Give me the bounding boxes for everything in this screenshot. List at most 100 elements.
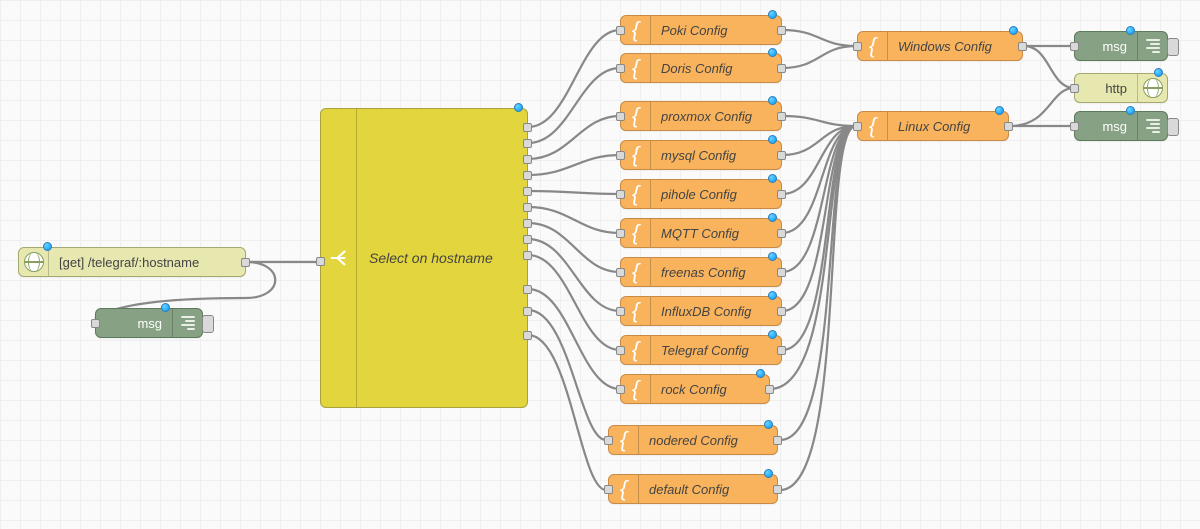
- port-out[interactable]: [777, 190, 786, 199]
- curly-icon: {: [858, 112, 888, 140]
- node-config-label: Doris Config: [651, 61, 781, 76]
- debug-toggle-button[interactable]: [1167, 38, 1179, 56]
- port-in[interactable]: [616, 307, 625, 316]
- port-in[interactable]: [616, 112, 625, 121]
- port-in[interactable]: [616, 346, 625, 355]
- port-out[interactable]: [773, 485, 782, 494]
- status-dot: [43, 242, 52, 251]
- port-out-7[interactable]: [523, 219, 532, 228]
- port-out[interactable]: [1004, 122, 1013, 131]
- node-linux-config[interactable]: { Linux Config: [857, 111, 1009, 141]
- node-config-label: nodered Config: [639, 433, 777, 448]
- node-http-response[interactable]: http: [1074, 73, 1168, 103]
- port-in[interactable]: [616, 151, 625, 160]
- port-out-5[interactable]: [523, 187, 532, 196]
- port-out-9[interactable]: [523, 251, 532, 260]
- port-in[interactable]: [616, 268, 625, 277]
- port-in[interactable]: [1070, 122, 1079, 131]
- globe-icon: [19, 248, 49, 276]
- port-out[interactable]: [777, 346, 786, 355]
- node-config-freenas[interactable]: { freenas Config: [620, 257, 782, 287]
- status-dot: [768, 213, 777, 222]
- node-config-label: freenas Config: [651, 265, 781, 280]
- node-config-proxmox[interactable]: { proxmox Config: [620, 101, 782, 131]
- port-in[interactable]: [316, 257, 325, 266]
- port-out[interactable]: [777, 112, 786, 121]
- port-out-10[interactable]: [523, 285, 532, 294]
- node-config-default[interactable]: { default Config: [608, 474, 778, 504]
- flow-canvas[interactable]: [get] /telegraf/:hostname msg Select on …: [0, 0, 1200, 529]
- port-in[interactable]: [1070, 84, 1079, 93]
- curly-icon: {: [621, 336, 651, 364]
- node-config-label: InfluxDB Config: [651, 304, 781, 319]
- node-config-rock[interactable]: { rock Config: [620, 374, 770, 404]
- port-in[interactable]: [616, 385, 625, 394]
- status-dot: [1009, 26, 1018, 35]
- node-switch-label: Select on hostname: [357, 250, 527, 266]
- node-config-pihole[interactable]: { pihole Config: [620, 179, 782, 209]
- node-http-in-label: [get] /telegraf/:hostname: [49, 255, 245, 270]
- port-out[interactable]: [777, 268, 786, 277]
- node-config-nodered[interactable]: { nodered Config: [608, 425, 778, 455]
- port-out[interactable]: [777, 64, 786, 73]
- port-out-12[interactable]: [523, 331, 532, 340]
- status-dot: [756, 369, 765, 378]
- node-windows-config[interactable]: { Windows Config: [857, 31, 1023, 61]
- curly-icon: {: [621, 219, 651, 247]
- curly-icon: {: [621, 54, 651, 82]
- curly-icon: {: [621, 375, 651, 403]
- node-config-label: proxmox Config: [651, 109, 781, 124]
- port-out-3[interactable]: [523, 155, 532, 164]
- port-in[interactable]: [1070, 42, 1079, 51]
- port-out[interactable]: [777, 26, 786, 35]
- node-config-label: Telegraf Config: [651, 343, 781, 358]
- port-out-8[interactable]: [523, 235, 532, 244]
- port-out-1[interactable]: [523, 123, 532, 132]
- bars-icon: [172, 309, 202, 337]
- port-out[interactable]: [777, 229, 786, 238]
- port-out-2[interactable]: [523, 139, 532, 148]
- node-config-influxdb[interactable]: { InfluxDB Config: [620, 296, 782, 326]
- port-in[interactable]: [604, 485, 613, 494]
- port-out[interactable]: [1018, 42, 1027, 51]
- port-out[interactable]: [765, 385, 774, 394]
- status-dot: [1154, 68, 1163, 77]
- port-out-4[interactable]: [523, 171, 532, 180]
- node-http-in[interactable]: [get] /telegraf/:hostname: [18, 247, 246, 277]
- node-config-label: mysql Config: [651, 148, 781, 163]
- node-debug-top[interactable]: msg: [1074, 31, 1168, 61]
- node-config-telegraf[interactable]: { Telegraf Config: [620, 335, 782, 365]
- port-in[interactable]: [616, 26, 625, 35]
- debug-toggle-button[interactable]: [202, 315, 214, 333]
- node-config-poki[interactable]: { Poki Config: [620, 15, 782, 45]
- port-out[interactable]: [773, 436, 782, 445]
- node-debug-bottom[interactable]: msg: [1074, 111, 1168, 141]
- node-config-doris[interactable]: { Doris Config: [620, 53, 782, 83]
- port-out[interactable]: [241, 258, 250, 267]
- port-in[interactable]: [616, 229, 625, 238]
- status-dot: [768, 174, 777, 183]
- status-dot: [764, 420, 773, 429]
- port-in[interactable]: [91, 319, 100, 328]
- port-out[interactable]: [777, 307, 786, 316]
- port-out-11[interactable]: [523, 307, 532, 316]
- curly-icon: {: [609, 426, 639, 454]
- port-in[interactable]: [853, 42, 862, 51]
- curly-icon: {: [621, 297, 651, 325]
- node-config-label: rock Config: [651, 382, 769, 397]
- status-dot: [768, 96, 777, 105]
- port-out-6[interactable]: [523, 203, 532, 212]
- status-dot: [768, 252, 777, 261]
- node-debug-left-label: msg: [96, 316, 172, 331]
- node-config-mysql[interactable]: { mysql Config: [620, 140, 782, 170]
- port-in[interactable]: [616, 190, 625, 199]
- port-in[interactable]: [616, 64, 625, 73]
- port-in[interactable]: [604, 436, 613, 445]
- debug-toggle-button[interactable]: [1167, 118, 1179, 136]
- bars-icon: [1137, 32, 1167, 60]
- node-switch[interactable]: Select on hostname: [320, 108, 528, 408]
- node-config-mqtt[interactable]: { MQTT Config: [620, 218, 782, 248]
- port-in[interactable]: [853, 122, 862, 131]
- node-debug-left[interactable]: msg: [95, 308, 203, 338]
- port-out[interactable]: [777, 151, 786, 160]
